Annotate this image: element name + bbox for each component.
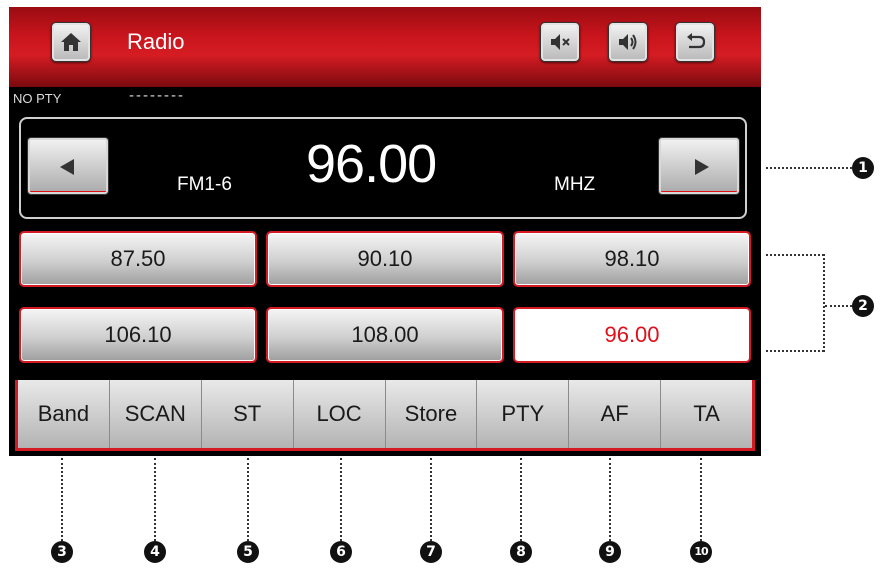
pty-button[interactable]: PTY bbox=[477, 380, 570, 448]
callout-8: 8 bbox=[510, 541, 532, 563]
callout-3: 3 bbox=[51, 541, 73, 563]
pty-status: NO PTY bbox=[13, 91, 62, 106]
function-bar: Band SCAN ST LOC Store PTY AF TA bbox=[15, 380, 755, 451]
ta-button[interactable]: TA bbox=[661, 380, 752, 448]
pty-name: -------- bbox=[129, 87, 185, 104]
callout-2: 2 bbox=[852, 295, 874, 317]
callout-line-10 bbox=[700, 458, 702, 541]
preset-button-6[interactable]: 96.00 bbox=[513, 307, 751, 363]
af-button[interactable]: AF bbox=[569, 380, 662, 448]
callout-7: 7 bbox=[420, 541, 442, 563]
callout-line-2b bbox=[766, 350, 824, 352]
mute-icon bbox=[551, 34, 570, 50]
callout-5: 5 bbox=[237, 541, 259, 563]
callout-line-7 bbox=[430, 458, 432, 541]
callout-4: 4 bbox=[144, 541, 166, 563]
band-label: FM1-6 bbox=[177, 174, 232, 195]
back-icon bbox=[687, 33, 706, 49]
tuner-display: FM1-6 96.00 MHZ bbox=[19, 117, 747, 219]
home-button[interactable] bbox=[51, 22, 91, 62]
store-button[interactable]: Store bbox=[386, 380, 478, 448]
home-icon bbox=[61, 33, 81, 51]
callout-line-6 bbox=[340, 458, 342, 541]
callout-1: 1 bbox=[852, 157, 874, 179]
callout-line-2a bbox=[766, 254, 824, 256]
frequency-display: 96.00 bbox=[306, 134, 437, 194]
scan-button[interactable]: SCAN bbox=[110, 380, 202, 448]
page-title: Radio bbox=[127, 29, 185, 54]
seek-next-button[interactable] bbox=[658, 137, 740, 195]
callout-line-2c bbox=[823, 254, 825, 352]
callout-line-2d bbox=[825, 305, 852, 307]
radio-screen: Radio NO PTY -------- FM1-6 96.00 MHZ 87… bbox=[9, 7, 761, 456]
callout-line-8 bbox=[520, 458, 522, 541]
volume-icon bbox=[619, 34, 637, 50]
seek-prev-button[interactable] bbox=[27, 137, 109, 195]
arrow-left-icon bbox=[60, 159, 74, 175]
band-button[interactable]: Band bbox=[18, 380, 110, 448]
local-button[interactable]: LOC bbox=[294, 380, 386, 448]
preset-button-4[interactable]: 106.10 bbox=[19, 307, 257, 363]
preset-button-5[interactable]: 108.00 bbox=[266, 307, 504, 363]
callout-line-1 bbox=[766, 167, 852, 169]
callout-line-5 bbox=[247, 458, 249, 541]
mute-button[interactable] bbox=[540, 22, 580, 62]
stereo-button[interactable]: ST bbox=[202, 380, 294, 448]
header-bar: Radio bbox=[9, 7, 761, 87]
preset-button-2[interactable]: 90.10 bbox=[266, 231, 504, 287]
preset-button-1[interactable]: 87.50 bbox=[19, 231, 257, 287]
callout-line-9 bbox=[609, 458, 611, 541]
preset-button-3[interactable]: 98.10 bbox=[513, 231, 751, 287]
callout-9: 9 bbox=[599, 541, 621, 563]
callout-10: 10 bbox=[690, 541, 712, 563]
volume-button[interactable] bbox=[608, 22, 648, 62]
callout-6: 6 bbox=[330, 541, 352, 563]
back-button[interactable] bbox=[675, 22, 715, 62]
callout-line-3 bbox=[61, 458, 63, 541]
arrow-right-icon bbox=[695, 159, 709, 175]
callout-line-4 bbox=[154, 458, 156, 541]
frequency-unit: MHZ bbox=[554, 174, 596, 195]
